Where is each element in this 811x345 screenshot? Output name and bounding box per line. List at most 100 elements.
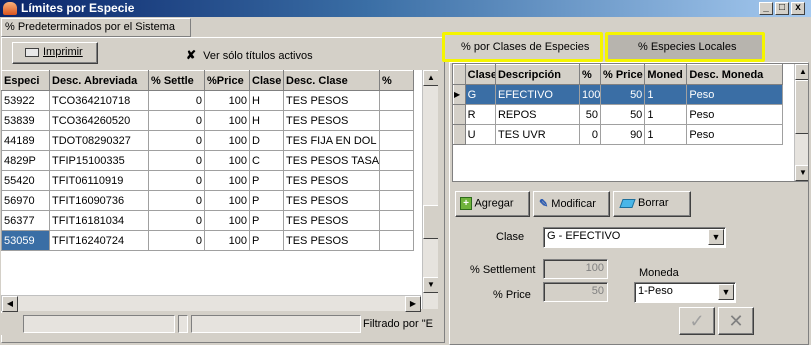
scroll-thumb[interactable] — [795, 80, 808, 134]
column-header[interactable]: Especi — [1, 70, 50, 91]
confirm-button[interactable]: ✓ — [679, 307, 715, 335]
table-cell: 0 — [148, 90, 205, 111]
scroll-right-icon[interactable]: ▶ — [405, 296, 421, 312]
tab-clases-especies[interactable]: % por Clases de Especies — [442, 32, 603, 62]
species-grid: Especi Desc. Abreviada% Settle %Price Clase… — [1, 70, 438, 309]
check-icon: ✓ — [689, 311, 705, 331]
active-only-checkbox[interactable]: ✘ Ver sólo títulos activos — [186, 48, 313, 62]
scroll-down-icon[interactable]: ▼ — [423, 277, 438, 293]
table-cell: 100 — [204, 230, 250, 251]
scroll-thumb[interactable] — [423, 205, 438, 239]
table-row[interactable]: 53839 TCO364260520 0 100 H TES PESOS — [1, 110, 414, 131]
table-cell: U — [464, 124, 496, 145]
column-header[interactable]: %Price — [204, 70, 250, 91]
minimize-button[interactable]: _ — [759, 2, 773, 15]
delete-button[interactable]: Borrar — [613, 191, 691, 217]
column-header[interactable]: Desc. Abreviada — [49, 70, 149, 91]
column-header[interactable]: Moned — [644, 64, 688, 85]
table-cell: TDOT08290327 — [49, 130, 149, 151]
settlement-input[interactable]: 100 — [543, 259, 608, 279]
table-cell — [379, 170, 414, 191]
price-label: % Price — [493, 289, 531, 301]
clase-select[interactable]: G - EFECTIVO ▼ — [543, 227, 726, 248]
row-header-corner — [453, 64, 466, 85]
column-header[interactable]: Clase — [249, 70, 284, 91]
table-cell: EFECTIVO — [494, 84, 580, 105]
table-cell: P — [249, 230, 284, 251]
scroll-up-icon[interactable]: ▲ — [795, 64, 808, 80]
column-header[interactable]: % — [379, 70, 414, 91]
close-button[interactable]: x — [791, 2, 805, 15]
table-row[interactable]: 56377 TFIT16181034 0 100 P TES PESOS — [1, 210, 414, 231]
table-cell: 53839 — [1, 110, 50, 131]
table-cell: TCO364260520 — [49, 110, 149, 131]
left-vertical-scrollbar[interactable]: ▲ ▼ — [422, 70, 438, 309]
table-cell: H — [249, 110, 284, 131]
scroll-down-icon[interactable]: ▼ — [795, 165, 808, 181]
table-row[interactable]: 55420 TFIT06110919 0 100 P TES PESOS — [1, 170, 414, 191]
table-cell: 0 — [148, 190, 205, 211]
scroll-up-icon[interactable]: ▲ — [423, 70, 438, 86]
row-pointer-icon[interactable]: ▶ — [453, 84, 466, 105]
table-cell: P — [249, 210, 284, 231]
print-button[interactable]: Imprimir — [12, 42, 98, 64]
table-cell: 50 — [578, 104, 601, 125]
table-cell: 0 — [148, 150, 205, 171]
table-cell: 53059 — [1, 230, 50, 251]
tab-especies-locales[interactable]: % Especies Locales — [605, 32, 765, 62]
table-cell: 0 — [148, 230, 205, 251]
table-cell: 56377 — [1, 210, 50, 231]
maximize-button[interactable]: □ — [775, 2, 789, 15]
chevron-down-icon[interactable]: ▼ — [708, 229, 724, 245]
table-cell: TES PESOS TASA — [283, 150, 380, 171]
table-cell — [379, 150, 414, 171]
left-horizontal-scrollbar[interactable]: ◀ ▶ — [1, 295, 421, 312]
status-bar: Filtrado por "E — [1, 313, 443, 335]
table-cell: 0 — [148, 130, 205, 151]
table-row[interactable]: 53922 TCO364210718 0 100 H TES PESOS — [1, 90, 414, 111]
column-header[interactable]: % — [578, 64, 601, 85]
chevron-down-icon[interactable]: ▼ — [718, 284, 734, 300]
table-row[interactable]: U TES UVR 0 90 1 Peso — [453, 124, 783, 145]
table-cell — [379, 130, 414, 151]
edit-button[interactable]: ✎ Modificar — [533, 191, 610, 217]
table-cell: 44189 — [1, 130, 50, 151]
table-cell — [379, 230, 414, 251]
table-row[interactable]: ▶ G EFECTIVO 100 50 1 Peso — [453, 84, 783, 105]
scroll-left-icon[interactable]: ◀ — [2, 296, 18, 312]
classes-grid: Clase Descripción%% Price Moned Desc. Moned… — [452, 63, 809, 182]
table-cell: TES FIJA EN DOL — [283, 130, 380, 151]
column-header[interactable]: Clase — [464, 64, 496, 85]
cancel-button[interactable]: ✕ — [718, 307, 754, 335]
table-row[interactable]: 44189 TDOT08290327 0 100 D TES FIJA EN DOL — [1, 130, 414, 151]
table-row[interactable]: 56970 TFIT16090736 0 100 P TES PESOS — [1, 190, 414, 211]
table-cell: 100 — [204, 90, 250, 111]
table-row[interactable]: 53059 TFIT16240724 0 100 P TES PESOS — [1, 230, 414, 251]
row-header[interactable] — [453, 124, 466, 145]
row-header[interactable] — [453, 104, 466, 125]
price-input[interactable]: 50 — [543, 282, 608, 302]
column-header[interactable]: Desc. Clase — [283, 70, 380, 91]
right-vertical-scrollbar[interactable]: ▲ ▼ — [794, 64, 808, 181]
table-cell: 50 — [599, 84, 646, 105]
table-cell: TES UVR — [494, 124, 580, 145]
table-row[interactable]: R REPOS 50 50 1 Peso — [453, 104, 783, 125]
table-cell: 4829P — [1, 150, 50, 171]
title-bar: Límites por Especie _ □ x — [0, 0, 811, 17]
table-cell: 90 — [599, 124, 646, 145]
add-button[interactable]: + Agregar — [455, 191, 530, 217]
table-cell: Peso — [686, 84, 783, 105]
moneda-label: Moneda — [639, 267, 679, 279]
column-header[interactable]: % Settle — [148, 70, 205, 91]
window-title: Límites por Especie — [21, 1, 135, 15]
column-header[interactable]: Descripción — [494, 64, 580, 85]
column-header[interactable]: Desc. Moneda — [686, 64, 783, 85]
table-cell: 100 — [204, 170, 250, 191]
moneda-select[interactable]: 1-Peso ▼ — [634, 282, 736, 303]
table-row[interactable]: 4829P TFIP15100335 0 100 C TES PESOS TASA — [1, 150, 414, 171]
table-cell: TCO364210718 — [49, 90, 149, 111]
tab-predeterminados[interactable]: % Predeterminados por el Sistema — [1, 18, 191, 37]
table-cell: C — [249, 150, 284, 171]
column-header[interactable]: % Price — [599, 64, 646, 85]
table-cell: 50 — [599, 104, 646, 125]
